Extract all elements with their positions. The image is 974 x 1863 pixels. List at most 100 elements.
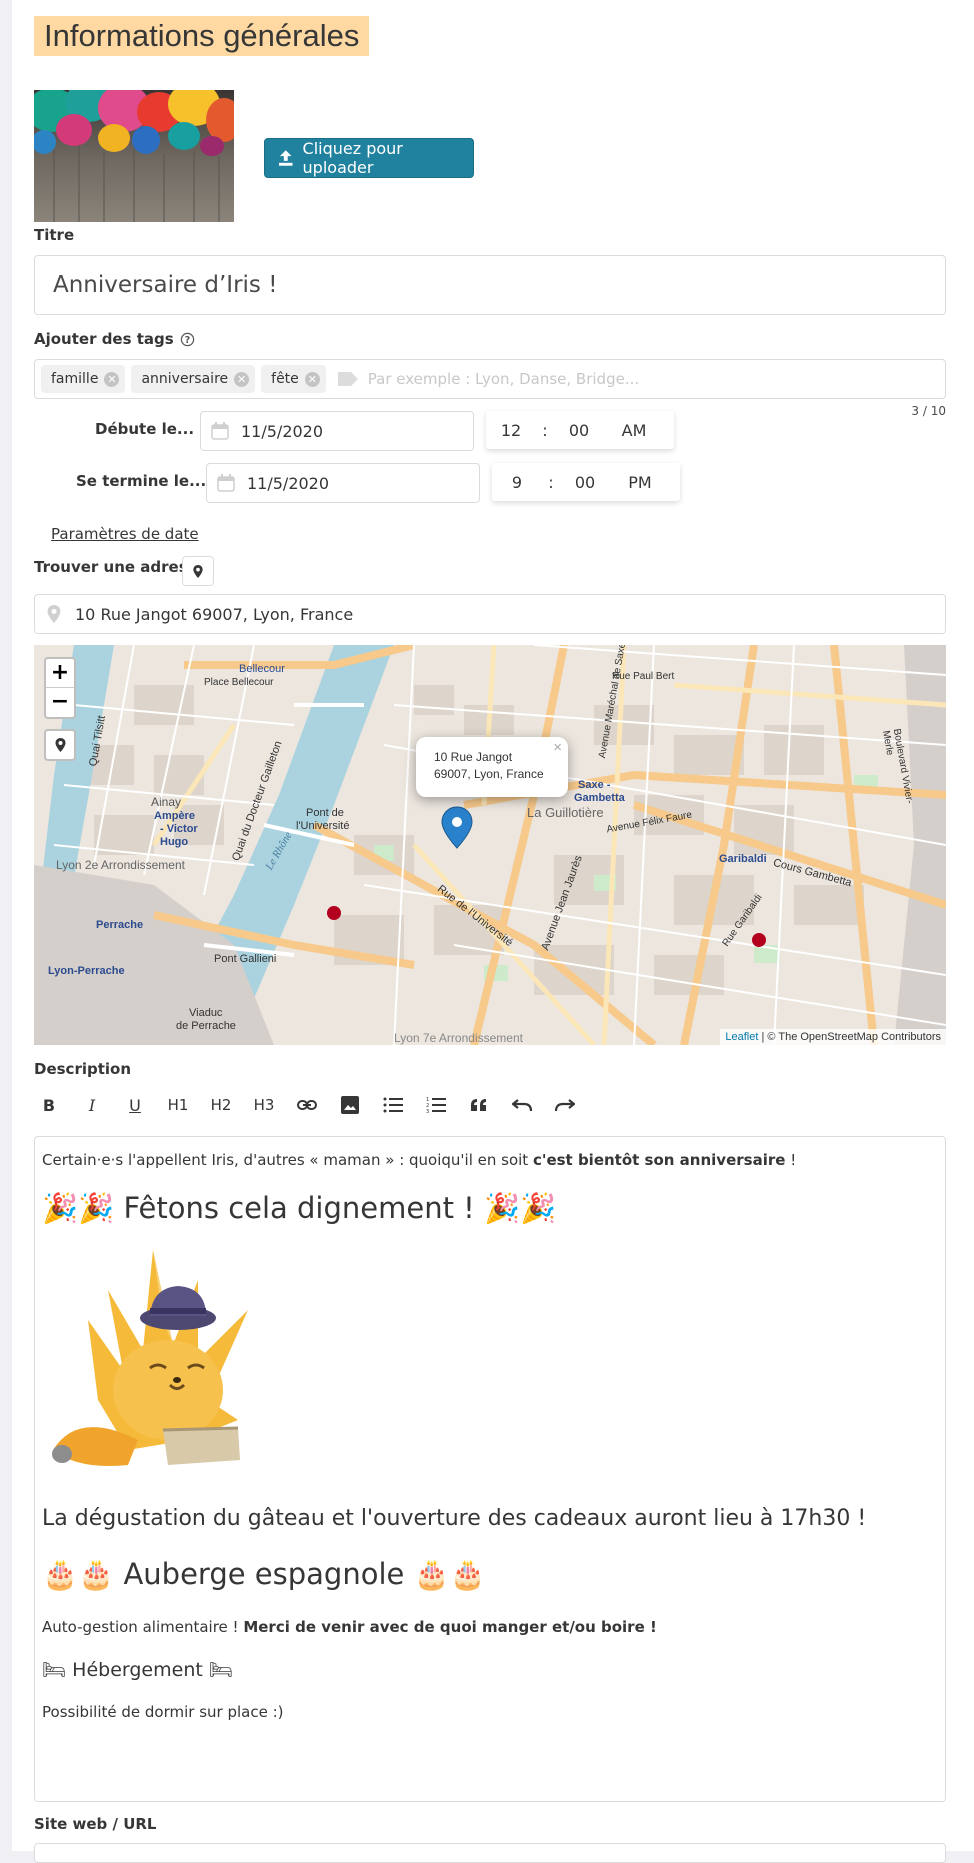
map-label: Lyon-Perrache: [48, 965, 125, 977]
description-editor[interactable]: Certain·e·s l'appellent Iris, d'autres «…: [34, 1136, 946, 1802]
end-time-picker[interactable]: 9 : 00 PM: [492, 463, 680, 501]
section-title: Informations générales: [34, 16, 370, 56]
zoom-out-button[interactable]: −: [46, 688, 74, 717]
tag-label: famille: [51, 371, 99, 387]
map-label: Pont Gallieni: [214, 953, 277, 965]
tags-label: Ajouter des tags: [34, 330, 174, 348]
address-label: Trouver une adresse: [34, 558, 207, 576]
map-label: de Perrache: [176, 1020, 236, 1032]
end-hour[interactable]: 9: [492, 473, 542, 492]
undo-icon: [512, 1099, 532, 1112]
start-minute[interactable]: 00: [554, 421, 604, 440]
undo-button[interactable]: [507, 1090, 537, 1120]
title-input[interactable]: Anniversaire d’Iris !: [34, 255, 946, 315]
tags-placeholder: Par exemple : Lyon, Danse, Bridge...: [337, 370, 640, 388]
end-date-input[interactable]: 11/5/2020: [206, 463, 480, 503]
underline-button[interactable]: U: [120, 1090, 150, 1120]
tag-label: fête: [271, 371, 299, 387]
description-paragraph: Possibilité de dormir sur place :): [42, 1703, 284, 1721]
end-minute[interactable]: 00: [560, 473, 610, 492]
description-paragraph: Auto-gestion alimentaire ! Merci de veni…: [42, 1618, 938, 1636]
map-label: Ampère: [154, 810, 195, 822]
start-date-value: 11/5/2020: [241, 421, 324, 441]
description-heading: 🎉🎉 Fêtons cela dignement ! 🎉🎉: [42, 1191, 938, 1226]
party-emoji: 🎉🎉: [42, 1191, 115, 1225]
upload-icon: [279, 150, 293, 166]
heading2-button[interactable]: H2: [206, 1090, 236, 1120]
locate-address-button[interactable]: [182, 556, 214, 586]
link-button[interactable]: [292, 1090, 322, 1120]
map-label: Viaduc: [189, 1007, 223, 1019]
start-time-picker[interactable]: 12 : 00 AM: [486, 411, 674, 449]
map-label: Lyon 2e Arrondissement: [56, 858, 185, 872]
description-heading: 🎂🎂 Auberge espagnole 🎂🎂: [42, 1557, 938, 1592]
start-date-input[interactable]: 11/5/2020: [200, 411, 474, 451]
remove-tag-icon[interactable]: ✕: [304, 371, 320, 387]
leaflet-link[interactable]: Leaflet: [725, 1031, 758, 1043]
ordered-list-button[interactable]: 123: [421, 1090, 451, 1120]
heading-text: Fêtons cela dignement !: [123, 1191, 475, 1225]
map-label: l'Université: [296, 820, 350, 832]
map-attribution: Leaflet | © The OpenStreetMap Contributo…: [720, 1029, 946, 1045]
description-heading: 🛏 Hébergement 🛏: [42, 1658, 938, 1681]
zoom-in-button[interactable]: +: [46, 659, 74, 688]
popup-close-icon[interactable]: ×: [553, 739, 562, 756]
editor-toolbar: B I U H1 H2 H3 123: [34, 1090, 580, 1120]
image-button[interactable]: [335, 1090, 365, 1120]
start-hour[interactable]: 12: [486, 421, 536, 440]
redo-button[interactable]: [550, 1090, 580, 1120]
tags-input[interactable]: famille ✕ anniversaire ✕ fête ✕ Par exem…: [34, 359, 946, 399]
quote-button[interactable]: [464, 1090, 494, 1120]
end-label: Se termine le...: [76, 472, 207, 490]
fox-mascot-image: [48, 1250, 278, 1480]
text-span: Auto-gestion alimentaire !: [42, 1618, 244, 1636]
bullet-list-button[interactable]: [378, 1090, 408, 1120]
zoom-control: + −: [44, 657, 76, 719]
website-input[interactable]: [34, 1843, 946, 1863]
remove-tag-icon[interactable]: ✕: [234, 371, 250, 387]
event-photo: [34, 90, 234, 222]
bold-button[interactable]: B: [34, 1090, 64, 1120]
tag-famille: famille ✕: [41, 365, 126, 393]
party-emoji: 🎉🎉: [484, 1191, 557, 1225]
end-ampm[interactable]: PM: [610, 473, 670, 492]
address-input[interactable]: 10 Rue Jangot 69007, Lyon, France: [34, 594, 946, 634]
map-label: La Guillotière: [527, 805, 604, 820]
popup-line-1: 10 Rue Jangot: [434, 750, 513, 764]
svg-text:3: 3: [426, 1109, 429, 1113]
italic-button[interactable]: I: [77, 1090, 107, 1120]
map-label: Perrache: [96, 919, 144, 931]
bullet-list-icon: [383, 1097, 403, 1113]
image-icon: [341, 1096, 359, 1114]
ordered-list-icon: 123: [426, 1097, 446, 1113]
tags-placeholder-text: Par exemple : Lyon, Danse, Bridge...: [367, 370, 640, 388]
help-icon[interactable]: ?: [180, 332, 195, 347]
page: Informations générales Cliquez pour uplo…: [12, 0, 974, 1863]
end-date-value: 11/5/2020: [247, 473, 330, 493]
website-label: Site web / URL: [34, 1815, 157, 1833]
map-label: Bellecour: [239, 663, 285, 675]
description-label: Description: [34, 1060, 132, 1078]
description-subheading: La dégustation du gâteau et l'ouverture …: [42, 1506, 867, 1531]
bed-emoji: 🛏: [42, 1659, 67, 1681]
time-separator: :: [548, 472, 554, 492]
description-paragraph: Certain·e·s l'appellent Iris, d'autres «…: [42, 1151, 938, 1169]
link-icon: [297, 1100, 317, 1110]
map[interactable]: Bellecour Place Bellecour Ainay Ampère -…: [34, 645, 946, 1045]
date-settings-link[interactable]: Paramètres de date: [51, 525, 199, 543]
map-pin-icon: [193, 564, 203, 578]
start-ampm[interactable]: AM: [604, 421, 664, 440]
heading1-button[interactable]: H1: [163, 1090, 193, 1120]
upload-button[interactable]: Cliquez pour uploader: [264, 138, 474, 178]
cake-emoji: 🎂🎂: [42, 1557, 115, 1591]
cake-emoji: 🎂🎂: [413, 1557, 486, 1591]
tags-label-row: Ajouter des tags ?: [34, 330, 195, 348]
map-label: Gambetta: [574, 792, 625, 804]
heading3-button[interactable]: H3: [249, 1090, 279, 1120]
attribution-text: | © The OpenStreetMap Contributors: [758, 1031, 941, 1043]
remove-tag-icon[interactable]: ✕: [104, 371, 120, 387]
bed-emoji: 🛏: [208, 1659, 233, 1681]
tag-label: anniversaire: [141, 371, 229, 387]
time-separator: :: [542, 420, 548, 440]
locate-me-button[interactable]: [44, 729, 76, 761]
